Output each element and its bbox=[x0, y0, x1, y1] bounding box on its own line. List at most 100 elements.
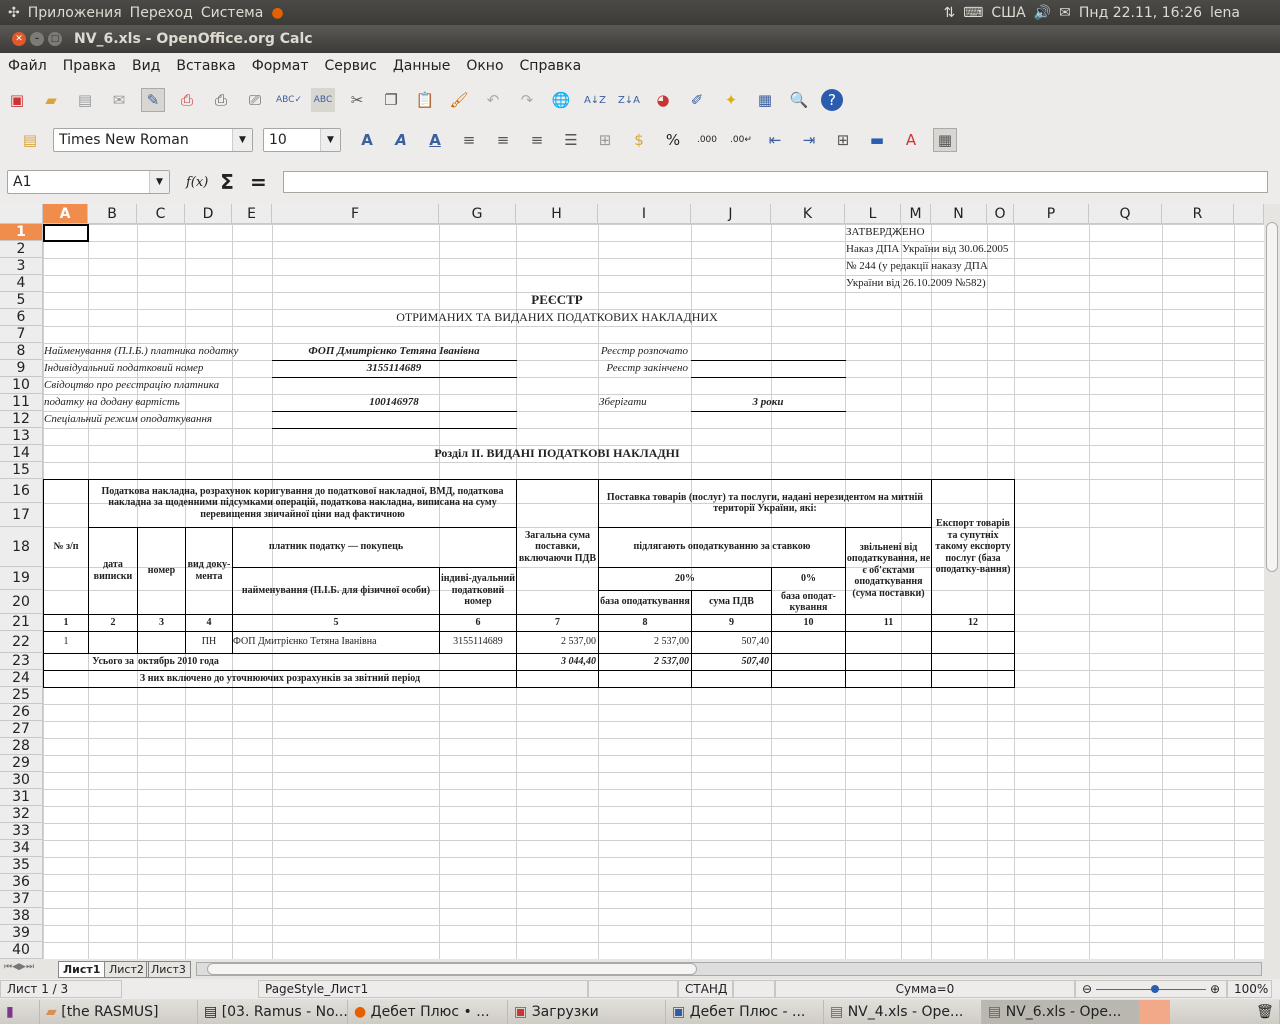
underline-icon[interactable]: A bbox=[423, 128, 447, 152]
column-header-M[interactable]: M bbox=[901, 204, 931, 224]
print-preview-icon[interactable]: ⎚ bbox=[243, 88, 267, 112]
toggle-grid-icon[interactable]: ▦ bbox=[933, 128, 957, 152]
column-header-N[interactable]: N bbox=[931, 204, 987, 224]
chevron-down-icon[interactable]: ▼ bbox=[232, 129, 252, 151]
row-header-34[interactable]: 34 bbox=[0, 840, 43, 857]
row-header-33[interactable]: 33 bbox=[0, 823, 43, 840]
navigator-icon[interactable]: ✦ bbox=[719, 88, 743, 112]
row-header-3[interactable]: 3 bbox=[0, 258, 43, 275]
select-all-corner[interactable] bbox=[0, 204, 43, 224]
selection-mode[interactable]: СТАНД bbox=[678, 980, 733, 998]
network-icon[interactable]: ⇅ bbox=[943, 5, 955, 21]
page-style[interactable]: PageStyle_Лист1 bbox=[258, 980, 588, 998]
minimize-icon[interactable]: – bbox=[30, 32, 44, 46]
column-header-O[interactable]: O bbox=[987, 204, 1014, 224]
row-header-30[interactable]: 30 bbox=[0, 772, 43, 789]
font-color-icon[interactable]: A bbox=[899, 128, 923, 152]
sheet-tab-2[interactable]: Лист2 bbox=[104, 961, 149, 978]
row-header-23[interactable]: 23 bbox=[0, 653, 43, 670]
spellcheck-icon[interactable]: ABC✓ bbox=[276, 88, 302, 112]
menu-places[interactable]: Переход bbox=[130, 5, 193, 21]
name-box[interactable]: A1 ▼ bbox=[7, 170, 170, 194]
column-header-C[interactable]: C bbox=[137, 204, 185, 224]
column-header-F[interactable]: F bbox=[272, 204, 439, 224]
font-name-select[interactable]: Times New Roman ▼ bbox=[53, 128, 253, 152]
print-icon[interactable]: ⎙ bbox=[209, 88, 233, 112]
undo-icon[interactable]: ↶ bbox=[481, 88, 505, 112]
row-header-20[interactable]: 20 bbox=[0, 590, 43, 614]
increase-indent-icon[interactable]: ⇥ bbox=[797, 128, 821, 152]
task-folder[interactable]: ▰ [the RASMUS] bbox=[40, 999, 198, 1024]
row-header-29[interactable]: 29 bbox=[0, 755, 43, 772]
chevron-down-icon[interactable]: ▼ bbox=[149, 171, 169, 193]
row-header-12[interactable]: 12 bbox=[0, 411, 43, 428]
draw-icon[interactable]: ✐ bbox=[685, 88, 709, 112]
trash-icon[interactable]: 🗑 bbox=[1250, 999, 1280, 1024]
row-header-39[interactable]: 39 bbox=[0, 925, 43, 942]
row-header-1[interactable]: 1 bbox=[0, 224, 43, 241]
background-color-icon[interactable]: ▬ bbox=[865, 128, 889, 152]
align-center-icon[interactable]: ≡ bbox=[491, 128, 515, 152]
horizontal-scroll-thumb[interactable] bbox=[207, 963, 697, 975]
styles-icon[interactable]: ▤ bbox=[18, 128, 42, 152]
new-document-icon[interactable]: ▣ bbox=[5, 88, 29, 112]
row-header-9[interactable]: 9 bbox=[0, 360, 43, 377]
align-left-icon[interactable]: ≡ bbox=[457, 128, 481, 152]
zoom-slider[interactable]: ⊖ ⊕ bbox=[1075, 980, 1227, 998]
task-downloads[interactable]: ▣ Загрузки bbox=[508, 999, 666, 1024]
mail-icon[interactable]: ✉ bbox=[1059, 5, 1071, 21]
column-header-J[interactable]: J bbox=[691, 204, 771, 224]
menu-view[interactable]: Вид bbox=[132, 58, 160, 74]
row-header-38[interactable]: 38 bbox=[0, 908, 43, 925]
align-right-icon[interactable]: ≡ bbox=[525, 128, 549, 152]
row-header-15[interactable]: 15 bbox=[0, 462, 43, 479]
row-header-2[interactable]: 2 bbox=[0, 241, 43, 258]
currency-icon[interactable]: $ bbox=[627, 128, 651, 152]
menu-window[interactable]: Окно bbox=[466, 58, 503, 74]
autospellcheck-icon[interactable]: ABC bbox=[311, 88, 335, 112]
menu-insert[interactable]: Вставка bbox=[176, 58, 235, 74]
column-header-H[interactable]: H bbox=[516, 204, 598, 224]
row-header-5[interactable]: 5 bbox=[0, 292, 43, 309]
gallery-icon[interactable]: ▦ bbox=[753, 88, 777, 112]
row-header-24[interactable]: 24 bbox=[0, 670, 43, 687]
workspace-switcher[interactable] bbox=[1140, 999, 1170, 1024]
function-icon[interactable]: = bbox=[250, 170, 267, 194]
column-header-I[interactable]: I bbox=[598, 204, 691, 224]
row-header-25[interactable]: 25 bbox=[0, 687, 43, 704]
zoom-slider-handle[interactable] bbox=[1151, 984, 1159, 993]
zoom-in-icon[interactable]: ⊕ bbox=[1210, 982, 1220, 996]
menu-data[interactable]: Данные bbox=[393, 58, 451, 74]
copy-icon[interactable]: ❐ bbox=[379, 88, 403, 112]
menu-file[interactable]: Файл bbox=[8, 58, 47, 74]
decimal-format-icon[interactable]: .000 bbox=[695, 128, 719, 152]
close-icon[interactable]: ✕ bbox=[12, 32, 26, 46]
volume-icon[interactable]: 🔊 bbox=[1034, 5, 1051, 21]
row-header-19[interactable]: 19 bbox=[0, 567, 43, 590]
column-header-K[interactable]: K bbox=[771, 204, 845, 224]
justify-icon[interactable]: ☰ bbox=[559, 128, 583, 152]
column-header-E[interactable]: E bbox=[232, 204, 272, 224]
task-nv4[interactable]: ▤ NV_4.xls - Ope... bbox=[824, 999, 982, 1024]
row-header-10[interactable]: 10 bbox=[0, 377, 43, 394]
borders-icon[interactable]: ⊞ bbox=[831, 128, 855, 152]
function-wizard-icon[interactable]: f(x) bbox=[186, 175, 208, 190]
format-paintbrush-icon[interactable]: 🖌 bbox=[447, 88, 471, 112]
zoom-out-icon[interactable]: ⊖ bbox=[1082, 982, 1092, 996]
keyboard-layout[interactable]: США bbox=[991, 5, 1025, 21]
row-header-22[interactable]: 22 bbox=[0, 631, 43, 653]
column-header-P[interactable]: P bbox=[1014, 204, 1089, 224]
row-header-40[interactable]: 40 bbox=[0, 942, 43, 959]
row-header-11[interactable]: 11 bbox=[0, 394, 43, 411]
task-music[interactable]: ▤ [03. Ramus - No... bbox=[198, 999, 348, 1024]
email-icon[interactable]: ✉ bbox=[107, 88, 131, 112]
save-icon[interactable]: ▤ bbox=[73, 88, 97, 112]
redo-icon[interactable]: ↷ bbox=[515, 88, 539, 112]
row-header-36[interactable]: 36 bbox=[0, 874, 43, 891]
menu-help[interactable]: Справка bbox=[520, 58, 582, 74]
column-header-A[interactable]: A bbox=[43, 204, 88, 224]
column-header-B[interactable]: B bbox=[88, 204, 137, 224]
clock[interactable]: Пнд 22.11, 16:26 bbox=[1079, 5, 1202, 21]
export-pdf-icon[interactable]: ⎙ bbox=[175, 88, 199, 112]
row-header-17[interactable]: 17 bbox=[0, 503, 43, 527]
